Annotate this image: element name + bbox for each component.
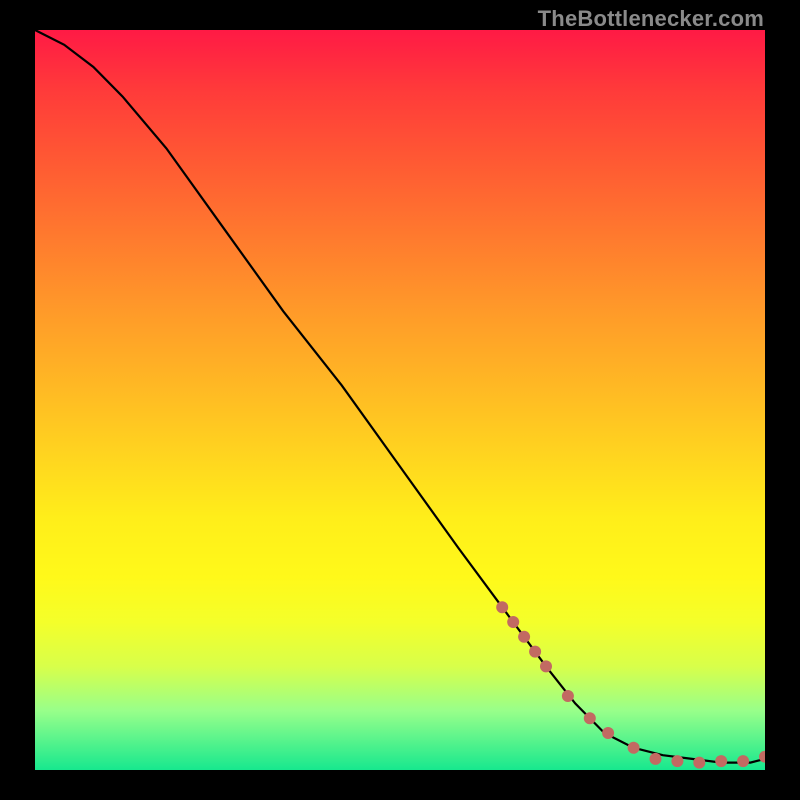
marker-dot [562,690,574,702]
marker-dot [737,755,749,767]
marker-dot [584,712,596,724]
marker-dot [671,755,683,767]
marker-dot [602,727,614,739]
curve-line [35,30,765,763]
highlight-markers [496,601,765,768]
marker-dot [628,742,640,754]
marker-dot [496,601,508,613]
marker-dot [693,757,705,769]
plot-area [35,30,765,770]
marker-dot [540,660,552,672]
marker-dot [650,753,662,765]
marker-dot [715,755,727,767]
marker-dot [529,646,541,658]
marker-dot [518,631,530,643]
marker-dot [507,616,519,628]
chart-stage: TheBottlenecker.com [0,0,800,800]
watermark-text: TheBottlenecker.com [538,6,764,32]
chart-overlay [35,30,765,770]
